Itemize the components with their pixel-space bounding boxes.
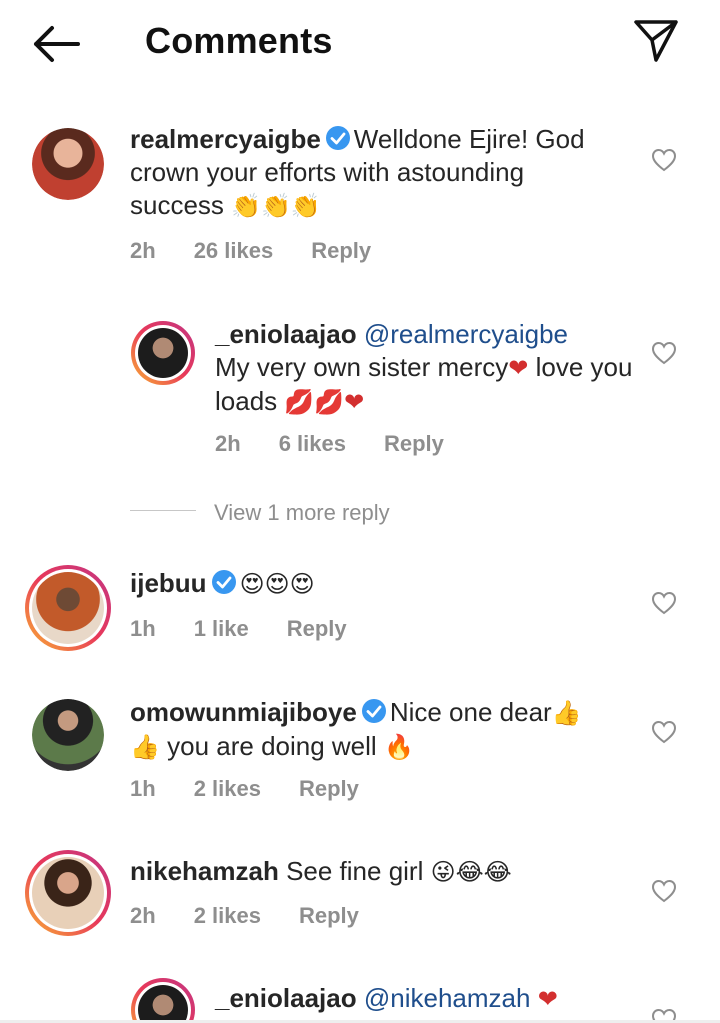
comment-time: 2h: [130, 238, 156, 263]
username[interactable]: ijebuu: [130, 568, 207, 598]
fire-emoji: 🔥: [383, 733, 414, 761]
heart-eyes-emoji: 😍😍😍: [239, 570, 315, 598]
heart-outline-icon[interactable]: [651, 879, 677, 903]
reply-button[interactable]: Reply: [384, 431, 444, 456]
comment-time: 2h: [215, 431, 241, 456]
comment-text: _eniolaajao @realmercyaigbe My very own …: [215, 318, 635, 419]
top-bar: Comments: [0, 0, 720, 90]
verified-badge-icon: [361, 699, 386, 723]
mention-link[interactable]: @nikehamzah: [364, 983, 531, 1013]
heart-emoji: ❤: [537, 985, 558, 1013]
comment-meta: 2h 2 likes Reply: [130, 903, 397, 929]
likes-count[interactable]: 1 like: [194, 616, 249, 641]
comment-meta: 2h 26 likes Reply: [130, 238, 409, 264]
comment-time: 1h: [130, 776, 156, 801]
reply-button[interactable]: Reply: [287, 616, 347, 641]
back-arrow-icon[interactable]: [30, 22, 82, 66]
heart-outline-icon[interactable]: [651, 591, 677, 615]
thumbs-up-emoji: 👍: [130, 733, 160, 761]
comment-meta: 1h 2 likes Reply: [130, 776, 397, 802]
heart-outline-icon[interactable]: [651, 148, 677, 172]
comment-item: omowunmiajiboye Nice one dear👍 👍 you are …: [0, 695, 720, 815]
comment-text: ijebuu 😍😍😍: [130, 567, 620, 601]
reply-button[interactable]: Reply: [299, 776, 359, 801]
reply-button[interactable]: Reply: [299, 903, 359, 928]
thumbs-up-emoji: 👍: [551, 699, 582, 727]
avatar[interactable]: [32, 128, 104, 200]
comment-text: realmercyaigbe Welldone Ejire! God crown …: [130, 123, 620, 223]
avatar[interactable]: [131, 321, 195, 385]
divider-line: [130, 510, 196, 511]
reply-item: _eniolaajao @realmercyaigbe My very own …: [0, 315, 720, 465]
reply-button[interactable]: Reply: [311, 238, 371, 263]
mention-link[interactable]: @realmercyaigbe: [364, 319, 568, 349]
view-more-label[interactable]: View 1 more reply: [214, 500, 390, 526]
comment-text: omowunmiajiboye Nice one dear👍 👍 you are …: [130, 696, 620, 764]
likes-count[interactable]: 2 likes: [194, 776, 261, 801]
comment-text: nikehamzah See fine girl 😜😂😂: [130, 855, 620, 889]
username[interactable]: realmercyaigbe: [130, 124, 321, 154]
comment-item: ijebuu 😍😍😍 1h 1 like Reply: [0, 565, 720, 665]
comment-body: Nice one dear: [389, 697, 552, 727]
verified-badge-icon: [211, 570, 236, 594]
heart-outline-icon[interactable]: [651, 720, 677, 744]
avatar[interactable]: [25, 850, 111, 936]
avatar[interactable]: [32, 699, 104, 771]
comment-time: 2h: [130, 903, 156, 928]
username[interactable]: omowunmiajiboye: [130, 697, 357, 727]
verified-badge-icon: [325, 126, 350, 150]
comment-item: nikehamzah See fine girl 😜😂😂 2h 2 likes Re…: [0, 850, 720, 960]
username[interactable]: nikehamzah: [130, 856, 279, 886]
comment-body: My very own sister mercy: [215, 352, 509, 382]
comment-item: realmercyaigbe Welldone Ejire! God crown …: [0, 120, 720, 270]
comment-body-2: you are doing well: [167, 731, 377, 761]
comment-time: 1h: [130, 616, 156, 641]
avatar[interactable]: [131, 978, 195, 1023]
likes-count[interactable]: 2 likes: [194, 903, 261, 928]
username[interactable]: _eniolaajao: [215, 319, 357, 349]
page-title: Comments: [145, 20, 333, 61]
send-icon[interactable]: [632, 18, 680, 64]
comment-meta: 2h 6 likes Reply: [215, 431, 482, 457]
comment-body: See fine girl: [286, 856, 424, 886]
avatar[interactable]: [25, 565, 111, 651]
comment-meta: 1h 1 like Reply: [130, 616, 385, 642]
heart-outline-icon[interactable]: [651, 341, 677, 365]
username[interactable]: _eniolaajao: [215, 983, 357, 1013]
clap-emoji: 👏👏👏: [231, 192, 321, 220]
likes-count[interactable]: 6 likes: [279, 431, 346, 456]
likes-count[interactable]: 26 likes: [194, 238, 274, 263]
reply-item: _eniolaajao @nikehamzah ❤: [0, 978, 720, 1023]
heart-emoji: ❤: [508, 354, 529, 382]
kiss-emoji: 💋💋❤: [284, 388, 365, 416]
comment-text: _eniolaajao @nikehamzah ❤: [215, 982, 635, 1016]
laughing-emoji: 😜😂😂: [430, 858, 512, 886]
